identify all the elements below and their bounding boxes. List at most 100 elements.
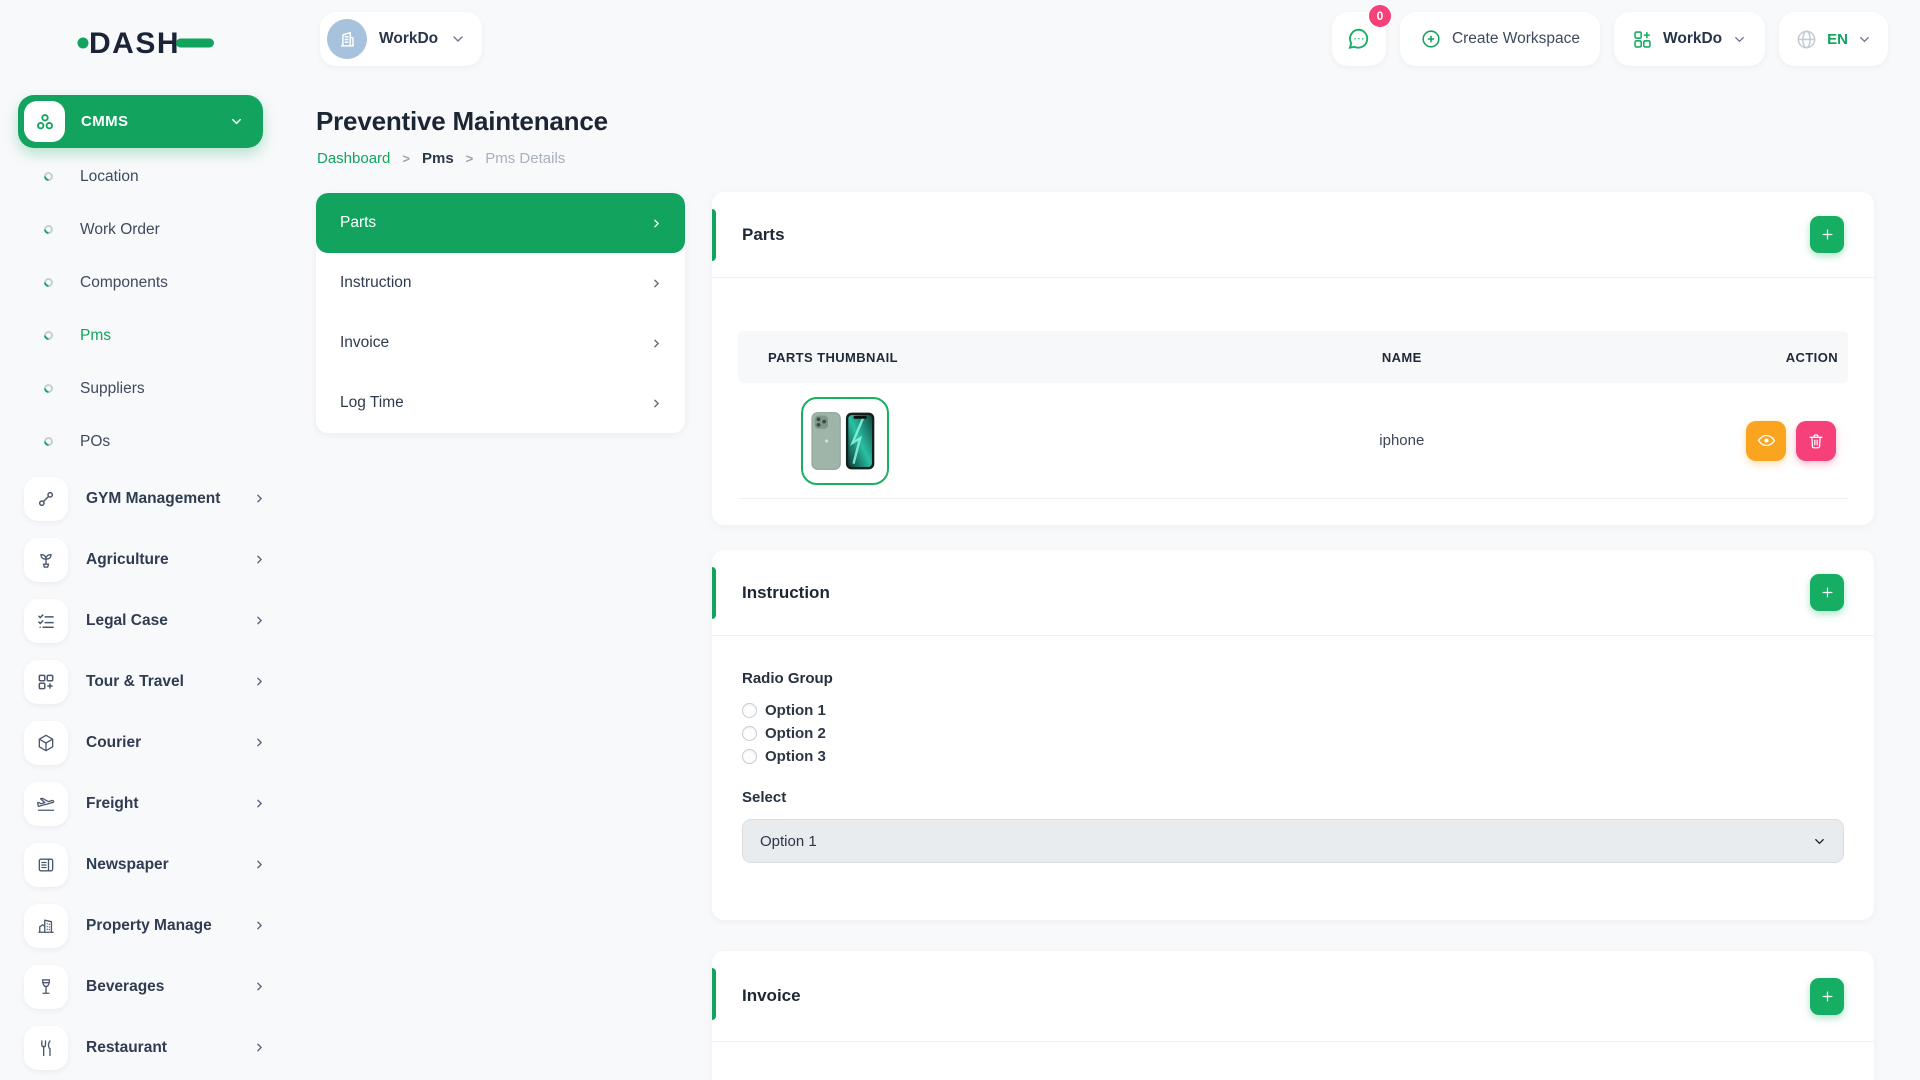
instruction-card: Instruction Radio Group Option 1 Option … <box>712 550 1874 920</box>
plus-icon <box>1820 989 1835 1004</box>
instruction-card-header: Instruction <box>712 550 1874 636</box>
menu-item-label: Invoice <box>340 334 389 352</box>
language-dropdown[interactable]: EN <box>1779 12 1888 66</box>
globe-icon <box>1795 28 1818 51</box>
select-label: Select <box>742 789 1844 806</box>
select-value: Option 1 <box>760 833 817 850</box>
radio-option-3[interactable]: Option 3 <box>742 747 1844 765</box>
breadcrumb-separator: > <box>466 151 474 166</box>
column-header-name: NAME <box>1173 350 1630 365</box>
bullet-icon <box>42 329 55 342</box>
sidebar-item-restaurant[interactable]: Restaurant <box>18 1017 282 1078</box>
wine-glass-icon <box>24 965 68 1009</box>
sidebar-item-label: Agriculture <box>86 551 235 569</box>
add-instruction-button[interactable] <box>1810 574 1844 611</box>
sidebar-item-location[interactable]: Location <box>18 150 282 203</box>
accent-bar <box>712 209 716 261</box>
detail-menu-invoice[interactable]: Invoice <box>316 313 685 373</box>
sidebar-item-pos[interactable]: POs <box>18 415 282 468</box>
part-name: iphone <box>1173 432 1630 449</box>
add-part-button[interactable] <box>1810 216 1844 253</box>
part-thumbnail[interactable] <box>801 397 889 485</box>
radio-icon[interactable] <box>742 703 757 718</box>
chevron-right-icon <box>253 553 266 566</box>
sidebar-item-label: Components <box>80 274 168 292</box>
radio-icon[interactable] <box>742 726 757 741</box>
create-workspace-button[interactable]: Create Workspace <box>1400 12 1600 66</box>
sidebar-item-tour-travel[interactable]: Tour & Travel <box>18 651 282 712</box>
sidebar-item-label: Courier <box>86 734 235 752</box>
chevron-right-icon <box>253 736 266 749</box>
workspace-selector-label: WorkDo <box>379 30 438 48</box>
sidebar-item-work-order[interactable]: Work Order <box>18 203 282 256</box>
breadcrumb-current: Pms Details <box>485 150 565 167</box>
radio-icon[interactable] <box>742 749 757 764</box>
sidebar-item-freight[interactable]: Freight <box>18 773 282 834</box>
language-label: EN <box>1827 31 1848 48</box>
sidebar-item-components[interactable]: Components <box>18 256 282 309</box>
brand-logo[interactable]: DASH <box>76 22 226 64</box>
radio-option-2[interactable]: Option 2 <box>742 724 1844 742</box>
plus-icon <box>1820 227 1835 242</box>
detail-menu-parts[interactable]: Parts <box>316 193 685 253</box>
delete-part-button[interactable] <box>1796 421 1836 461</box>
sidebar-item-beverages[interactable]: Beverages <box>18 956 282 1017</box>
sidebar-module-cmms[interactable]: CMMS <box>18 95 263 148</box>
workspace-selector[interactable]: WorkDo <box>320 12 482 66</box>
radio-option-label: Option 3 <box>765 748 826 765</box>
chevron-down-icon <box>229 114 244 129</box>
sidebar-item-legal-case[interactable]: Legal Case <box>18 590 282 651</box>
workspace-dropdown[interactable]: WorkDo <box>1614 12 1765 66</box>
cutlery-icon <box>24 1026 68 1070</box>
bullet-icon <box>42 382 55 395</box>
plus-icon <box>1820 585 1835 600</box>
messages-badge: 0 <box>1369 5 1391 27</box>
chat-bubble-icon <box>1346 26 1372 52</box>
chevron-right-icon <box>253 492 266 505</box>
parts-card-title: Parts <box>742 225 785 245</box>
sidebar-modules: GYM Management Agriculture Legal Case To… <box>18 468 282 1078</box>
workspace-dropdown-label: WorkDo <box>1663 30 1722 48</box>
topbar-actions: 0 Create Workspace WorkDo EN <box>1332 12 1888 66</box>
accent-bar <box>712 567 716 619</box>
add-invoice-button[interactable] <box>1810 978 1844 1015</box>
invoice-card-title: Invoice <box>742 986 801 1006</box>
chevron-down-icon <box>1857 32 1872 47</box>
breadcrumb-separator: > <box>402 151 410 166</box>
sidebar-item-newspaper[interactable]: Newspaper <box>18 834 282 895</box>
sidebar-item-property-manage[interactable]: Property Manage <box>18 895 282 956</box>
chevron-down-icon <box>1732 32 1747 47</box>
sidebar-item-gym-management[interactable]: GYM Management <box>18 468 282 529</box>
detail-menu-log-time[interactable]: Log Time <box>316 373 685 433</box>
sidebar-item-suppliers[interactable]: Suppliers <box>18 362 282 415</box>
checklist-icon <box>24 599 68 643</box>
radio-group: Option 1 Option 2 Option 3 <box>742 701 1844 765</box>
plus-circle-icon <box>1420 28 1442 50</box>
sidebar-item-label: Location <box>80 168 139 186</box>
bullet-icon <box>42 276 55 289</box>
parts-table-header: PARTS THUMBNAIL NAME ACTION <box>738 331 1848 383</box>
messages-button[interactable]: 0 <box>1332 12 1386 66</box>
sidebar-item-label: Work Order <box>80 221 160 239</box>
menu-item-label: Instruction <box>340 274 412 292</box>
dash-logo-icon: DASH <box>76 22 226 64</box>
breadcrumb-pms[interactable]: Pms <box>422 150 454 167</box>
parts-card: Parts PARTS THUMBNAIL NAME ACTION <box>712 192 1874 525</box>
sidebar-item-label: Beverages <box>86 978 235 996</box>
breadcrumb-dashboard[interactable]: Dashboard <box>317 150 390 167</box>
dumbbell-icon <box>24 477 68 521</box>
detail-menu-instruction[interactable]: Instruction <box>316 253 685 313</box>
building-icon <box>24 904 68 948</box>
menu-item-label: Parts <box>340 214 376 232</box>
sidebar-item-agriculture[interactable]: Agriculture <box>18 529 282 590</box>
chevron-right-icon <box>650 277 663 290</box>
view-part-button[interactable] <box>1746 421 1786 461</box>
chevron-right-icon <box>253 980 266 993</box>
chevron-right-icon <box>650 217 663 230</box>
radio-option-1[interactable]: Option 1 <box>742 701 1844 719</box>
sidebar-item-courier[interactable]: Courier <box>18 712 282 773</box>
option-select[interactable]: Option 1 <box>742 819 1844 863</box>
sidebar-item-pms[interactable]: Pms <box>18 309 282 362</box>
menu-item-label: Log Time <box>340 394 404 412</box>
bullet-icon <box>42 170 55 183</box>
